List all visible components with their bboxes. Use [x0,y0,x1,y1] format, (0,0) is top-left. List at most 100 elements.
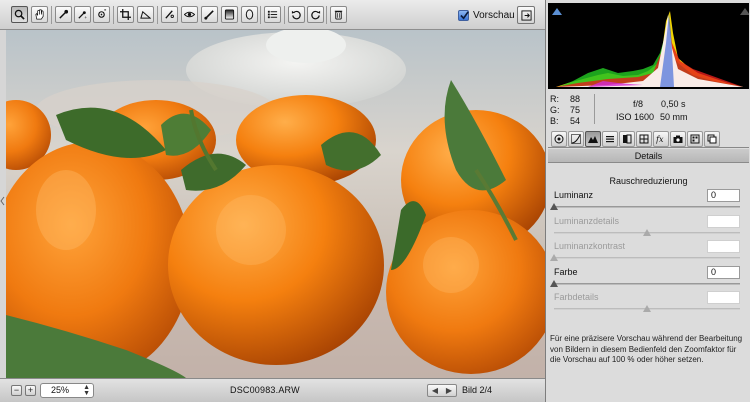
red-eye-tool-button[interactable] [181,6,198,23]
status-bar: − + 25% ▲ ▼ DSC00983.ARW ◀ ▶ Bild 2/4 [0,378,545,402]
trash-icon [334,10,343,20]
slider-track[interactable] [554,206,740,208]
tab-lens[interactable] [636,131,652,147]
aperture-value: f/8 [633,99,644,109]
magnifier-icon [14,9,25,20]
toolbar-separator [157,6,158,24]
slider-label: Luminanz [554,190,594,200]
toolbar-separator [326,6,327,24]
r-row: R: 88 [550,94,580,104]
readout: R: 88 G: 75 B: 54 f/8 0,50 s ISO 1600 50… [546,90,750,130]
zoom-in-button[interactable]: + [25,385,36,396]
mountains-icon [588,136,598,143]
next-image-icon[interactable]: ▶ [446,386,452,395]
shutter-value: 0,50 s [661,99,686,109]
tab-camera-calibration[interactable] [670,131,686,147]
slider-label: Luminanzdetails [554,215,620,226]
slider-value-field [707,291,740,304]
preview-toggle[interactable]: Vorschau [458,8,515,22]
rotate-right-tool-button[interactable] [307,6,324,23]
tab-snapshots[interactable] [704,131,720,147]
g-row: G: 75 [550,105,580,115]
r-value: 88 [569,94,580,104]
white-balance-tool-button[interactable] [55,6,72,23]
focal-length-value: 50 mm [660,112,688,122]
highlight-clipping-warning-icon[interactable] [740,8,749,15]
zoom-select[interactable]: 25% ▲ ▼ [40,383,94,398]
slider-thumb [643,228,651,236]
section-title: Rauschreduzierung [609,176,688,186]
eye-icon [184,11,195,18]
hand-icon [35,9,44,20]
tab-effects[interactable]: fx [653,131,669,147]
tab-details[interactable] [585,131,601,147]
toolbar-separator [284,6,285,24]
slider-value-field [707,240,740,253]
slider-value-field[interactable]: 0 [707,265,740,279]
slider-thumb [550,254,558,261]
slider-thumb [643,305,651,312]
curve-icon [571,134,581,144]
image-count: Bild 2/4 [462,385,493,395]
b-label: B: [550,116,559,126]
crop-tool-button[interactable] [117,6,134,23]
histogram [548,3,749,89]
snapshots-icon [707,134,717,144]
adjustment-brush-tool-button[interactable] [201,6,218,23]
zoom-tool-button[interactable] [11,6,28,23]
tab-presets[interactable] [687,131,703,147]
target-adjust-icon [98,9,107,18]
list-icon [267,10,278,19]
previous-image-icon[interactable]: ◀ [432,386,438,395]
color-sampler-tool-button[interactable]: + [74,6,91,23]
radial-filter-tool-button[interactable] [241,6,258,23]
slider-track[interactable] [554,282,740,285]
graduated-filter-tool-button[interactable] [221,6,238,23]
slider-thumb[interactable] [550,279,558,287]
preferences-tool-button[interactable] [264,6,281,23]
toolbar-separator [260,6,261,24]
readout-divider [594,94,595,124]
split-toning-icon [623,134,632,144]
updown-arrows-icon: ▲ ▼ [83,384,90,397]
filename-label: DSC00983.ARW [230,385,300,395]
target-adjustment-tool-button[interactable] [93,6,110,23]
slider-thumb[interactable] [550,203,558,210]
straighten-tool-button[interactable] [137,6,154,23]
preview-checkbox[interactable] [458,9,469,21]
color-sampler-icon: + [78,11,87,20]
r-label: R: [550,94,559,104]
toolbar-separator [113,6,114,24]
slider-label: Luminanzkontrast [554,241,626,251]
rotate-left-tool-button[interactable] [288,6,305,23]
hand-tool-button[interactable] [31,6,48,23]
fullscreen-button[interactable] [517,6,535,24]
photo-oranges [6,30,545,378]
image-nav: ◀ ▶ [427,384,457,397]
tab-split-toning[interactable] [619,131,635,147]
rotate-right-icon [311,10,321,20]
slider-value-field [707,214,740,228]
tab-basic[interactable] [551,131,567,147]
image-preview[interactable] [6,30,545,378]
g-value: 75 [569,105,580,115]
slider-value-field[interactable]: 0 [707,189,740,202]
camera-icon [673,135,683,143]
shadow-clipping-warning-icon[interactable] [552,8,562,15]
panel-title: Details [548,149,749,163]
rotate-left-icon [291,10,301,20]
toolbar: + Vorschau [0,0,545,30]
trash-tool-button[interactable] [330,6,347,23]
tab-tone-curve[interactable] [568,131,584,147]
iso-value: ISO 1600 [616,112,655,122]
spot-removal-tool-button[interactable] [161,6,178,23]
radial-filter-icon [245,9,254,20]
preview-label: Vorschau [473,9,515,21]
info-text: Für eine präzisere Vorschau während der … [550,334,743,364]
zoom-value: 25% [51,385,70,395]
zoom-out-button[interactable]: − [11,385,22,396]
tab-hsl[interactable] [602,131,618,147]
aperture-icon [554,134,564,144]
slider-label: Farbdetails [554,292,599,302]
svg-text:+: + [84,15,87,20]
